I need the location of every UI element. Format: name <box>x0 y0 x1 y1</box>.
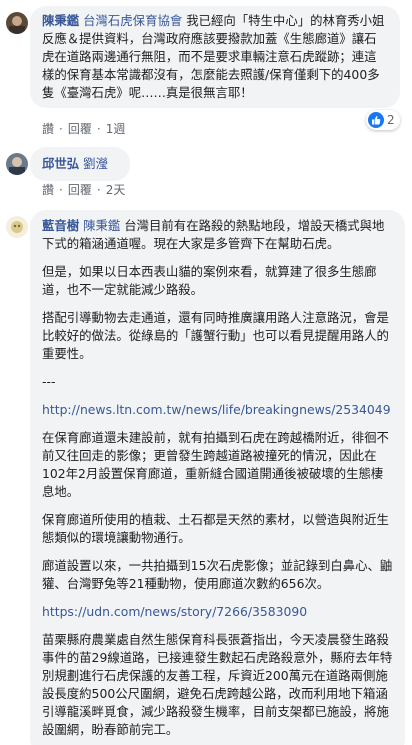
comment-actions: 讚 · 回覆 · 2天 <box>42 181 125 198</box>
avatar[interactable] <box>6 12 28 34</box>
reaction-count: 2 <box>387 113 395 127</box>
comment-actions: 讚 · 回覆 · 1週 <box>42 120 125 137</box>
comment-paragraph: 藍音樹 陳秉鑑 台灣目前有在路殺的熱點地段，增設天橋式與地下式的箱涵通道喔。現在… <box>42 217 393 253</box>
reply-link[interactable]: 回覆 <box>68 120 92 137</box>
separator: · <box>96 121 101 136</box>
like-link[interactable]: 讚 <box>42 120 54 137</box>
like-link[interactable]: 讚 <box>42 181 54 198</box>
separator: · <box>59 121 63 136</box>
reply-link[interactable]: 回覆 <box>68 181 92 198</box>
comment-bubble: 邱世弘 劉瀅 <box>30 147 130 181</box>
timestamp[interactable]: 1週 <box>106 120 126 137</box>
comment-mention[interactable]: 劉瀅 <box>83 156 108 171</box>
divider-text: --- <box>42 374 56 389</box>
avatar[interactable] <box>6 216 28 238</box>
like-thumb-icon <box>368 112 384 128</box>
comment-mention[interactable]: 台灣石虎保育協會 <box>83 13 182 28</box>
article-link[interactable]: https://udn.com/news/story/7266/3583090 <box>42 603 393 621</box>
comment-paragraph: 在保育廊道還未建設前，就有拍攝到石虎在跨越橋附近，徘徊不前又往回走的影像；更曾發… <box>42 430 389 499</box>
timestamp[interactable]: 2天 <box>106 181 126 198</box>
article-link[interactable]: http://news.ltn.com.tw/news/life/breakin… <box>42 401 393 419</box>
comment-bubble: 藍音樹 陳秉鑑 台灣目前有在路殺的熱點地段，增設天橋式與地下式的箱涵通道喔。現在… <box>30 210 405 745</box>
comment-text: 邱世弘 劉瀅 <box>42 155 118 173</box>
comment-paragraph: 保育廊道所使用的植栽、土石都是天然的素材，以營造與附近生態類似的環境讓動物通行。 <box>42 512 389 545</box>
reaction-badge[interactable]: 2 <box>366 110 400 130</box>
comment-bubble: 陳秉鑑 台灣石虎保育協會 我已經向「特生中心」的林育秀小姐反應＆提供資料，台灣政… <box>30 6 400 108</box>
comment-paragraph: 搭配引導動物去走通道，還有同時推廣讓用路人注意路況，會是比較好的做法。從綠島的「… <box>42 310 389 361</box>
comment-author[interactable]: 陳秉鑑 <box>42 13 79 28</box>
comment-paragraph: 但是，如果以日本西表山貓的案例來看，就算建了很多生態廊道，也不一定就能減少路殺。 <box>42 264 377 297</box>
comment-paragraph: 廊道設置以來，一共拍攝到15次石虎影像；並記錄到白鼻心、鼬獾、台灣野兔等21種動… <box>42 558 393 591</box>
comment-paragraph: 苗栗縣府農業處自然生態保育科長張蒼指出，今天凌晨發生路殺事件的苗29線道路，已接… <box>42 632 393 737</box>
comment-paragraph: https://udn.com/news/story/7266/3583090 <box>42 603 393 621</box>
comment-text: 陳秉鑑 台灣石虎保育協會 我已經向「特生中心」的林育秀小姐反應＆提供資料，台灣政… <box>42 12 388 102</box>
separator: · <box>96 182 101 197</box>
avatar[interactable] <box>6 153 28 175</box>
comment-author[interactable]: 藍音樹 <box>42 218 79 233</box>
comment-paragraph: http://news.ltn.com.tw/news/life/breakin… <box>42 401 393 419</box>
comment-author[interactable]: 邱世弘 <box>42 156 79 171</box>
comment-mention[interactable]: 陳秉鑑 <box>83 218 120 233</box>
separator: · <box>59 182 63 197</box>
